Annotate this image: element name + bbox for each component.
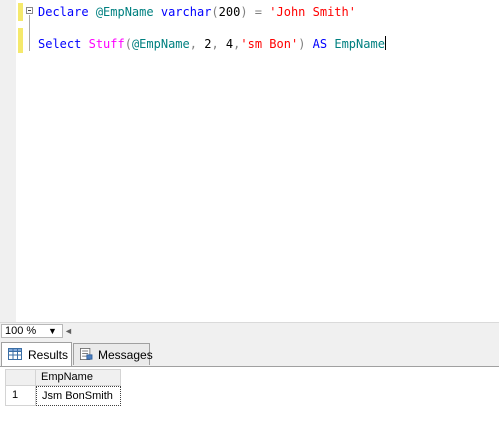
operator-equals: =: [247, 5, 270, 19]
keyword-declare: Declare: [38, 5, 89, 19]
messages-icon: [80, 348, 93, 360]
change-indicator: [18, 3, 23, 21]
grid-cell[interactable]: Jsm BonSmith: [36, 386, 121, 406]
type-size: 200: [218, 5, 241, 19]
zoom-bar: 100 % ▼ ◄: [0, 322, 499, 340]
paren-close: ): [298, 37, 306, 51]
function-stuff: Stuff: [88, 37, 125, 51]
code-line-2[interactable]: Select Stuff(@EmpName, 2, 4,'sm Bon') AS…: [38, 36, 386, 52]
text-caret: [384, 36, 386, 50]
variable-empname: @EmpName: [131, 37, 190, 51]
grid-select-all[interactable]: [5, 369, 36, 386]
column-header[interactable]: EmpName: [36, 369, 121, 386]
variable-empname: @EmpName: [95, 5, 154, 19]
paren-open: (: [124, 37, 132, 51]
outline-line: [29, 15, 30, 51]
results-tab-strip: Results Messages: [0, 339, 499, 366]
string-literal: 'John Smith': [269, 5, 356, 19]
zoom-dropdown[interactable]: 100 % ▼: [1, 324, 63, 338]
keyword-select: Select: [38, 37, 82, 51]
zoom-value: 100 %: [5, 325, 37, 337]
query-editor[interactable]: Declare @EmpName varchar(200) = 'John Sm…: [0, 0, 499, 322]
editor-gutter: [0, 0, 16, 322]
comma: ,: [211, 37, 219, 51]
column-alias: EmpName: [334, 37, 385, 51]
chevron-down-icon[interactable]: ▼: [48, 325, 57, 338]
change-indicator: [18, 28, 23, 53]
comma: ,: [189, 37, 197, 51]
paren-close: ): [240, 5, 248, 19]
tab-results-label: Results: [28, 348, 69, 362]
paren-open: (: [211, 5, 219, 19]
tab-messages[interactable]: Messages: [73, 343, 153, 365]
keyword-as: AS: [312, 37, 328, 51]
results-grid: EmpName 1 Jsm BonSmith: [0, 366, 499, 425]
type-varchar: varchar: [160, 5, 212, 19]
tab-messages-label: Messages: [98, 348, 153, 362]
tab-results[interactable]: Results: [1, 342, 72, 366]
string-literal: 'sm Bon': [240, 37, 299, 51]
row-header[interactable]: 1: [5, 386, 36, 406]
scroll-left-icon[interactable]: ◄: [64, 325, 73, 337]
collapse-icon[interactable]: [26, 7, 33, 14]
code-line-1[interactable]: Declare @EmpName varchar(200) = 'John Sm…: [38, 4, 356, 20]
grid-icon: [8, 348, 22, 360]
